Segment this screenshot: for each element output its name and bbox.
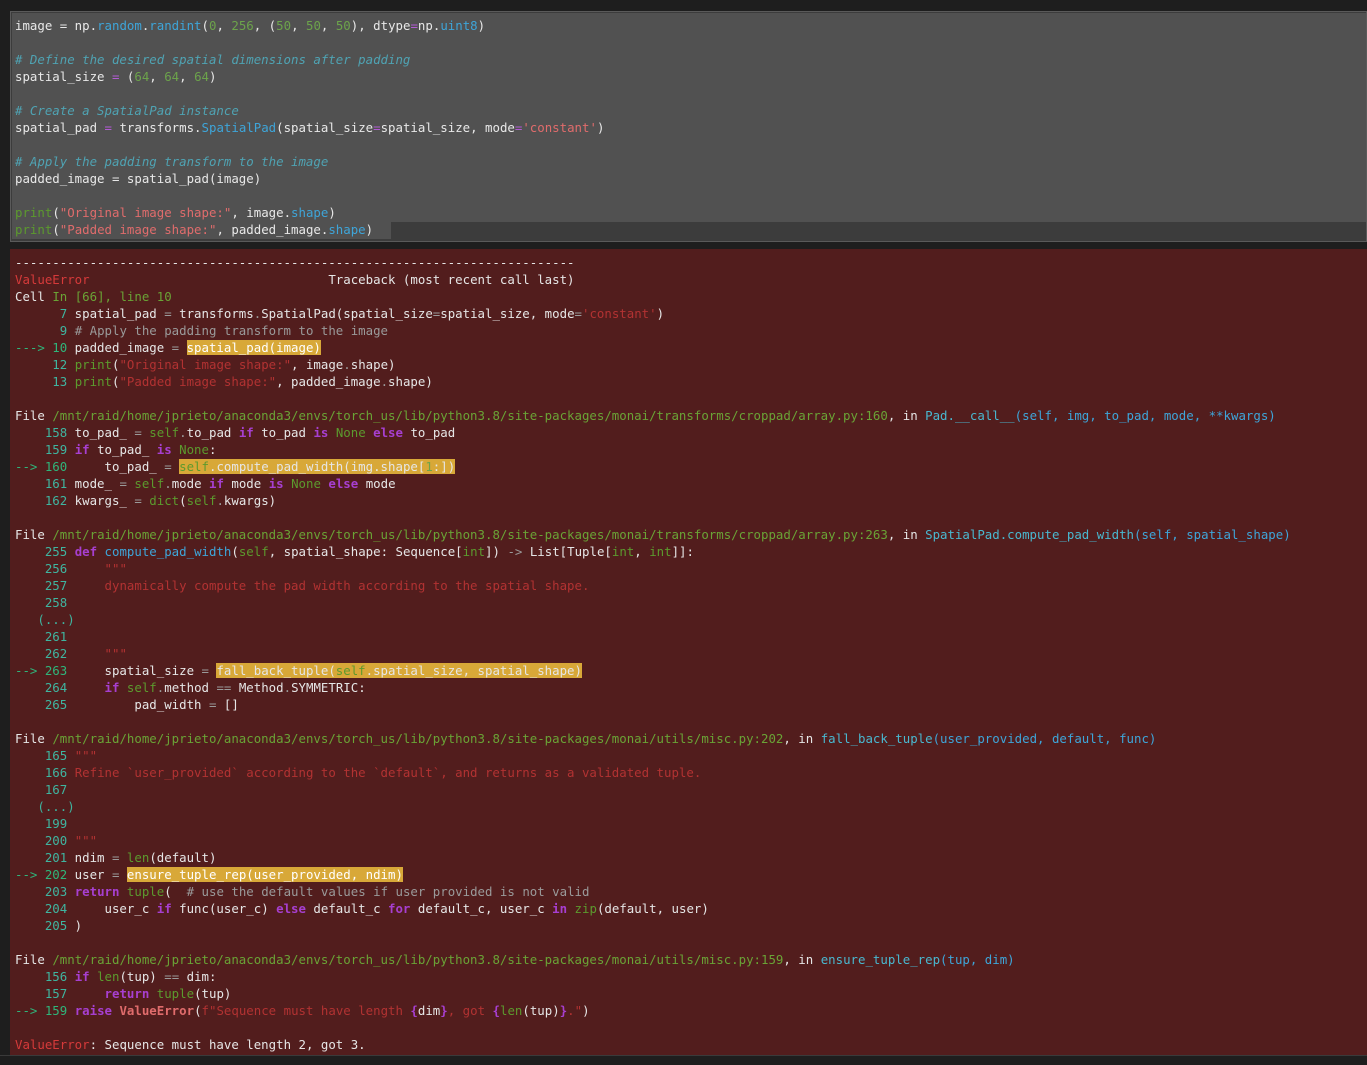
cell-reference: Cell In [66], line 10 <box>15 289 172 304</box>
trace-line: 201 ndim = len(default) <box>15 850 217 865</box>
trace-line: 13 print("Padded image shape:", padded_i… <box>15 374 433 389</box>
code-line[interactable]: image = np.random.randint(0, 256, (50, 5… <box>15 17 485 34</box>
trace-line: 261 <box>15 629 68 644</box>
trace-line: 159 if to_pad_ is None: <box>15 442 217 457</box>
bottom-bar <box>0 1055 1367 1065</box>
code-line[interactable]: spatial_pad = transforms.SpatialPad(spat… <box>15 119 604 136</box>
trace-line: 167 <box>15 782 68 797</box>
trace-line: 9 # Apply the padding transform to the i… <box>15 323 388 338</box>
trace-file-line: File /mnt/raid/home/jprieto/anaconda3/en… <box>15 952 1015 967</box>
trace-line: (...) <box>15 799 75 814</box>
trace-line: 7 spatial_pad = transforms.SpatialPad(sp… <box>15 306 665 321</box>
trace-line: 161 mode_ = self.mode if mode is None el… <box>15 476 396 491</box>
trace-line: 257 dynamically compute the pad width ac… <box>15 578 590 593</box>
trace-line: (...) <box>15 612 75 627</box>
trace-line: 199 <box>15 816 68 831</box>
cell-gap <box>0 242 1367 249</box>
code-line[interactable]: spatial_size = (64, 64, 64) <box>15 68 216 85</box>
trace-line: ---> 10 padded_image = spatial_pad(image… <box>15 340 321 355</box>
code-input-cell[interactable]: image = np.random.randint(0, 256, (50, 5… <box>10 11 1367 242</box>
code-line[interactable]: print("Padded image shape:", padded_imag… <box>15 221 373 238</box>
trace-line: --> 159 raise ValueError(f"Sequence must… <box>15 1003 590 1018</box>
trace-line: 166 Refine `user_provided` according to … <box>15 765 702 780</box>
trace-file-line: File /mnt/raid/home/jprieto/anaconda3/en… <box>15 408 1276 423</box>
final-error: ValueError: Sequence must have length 2,… <box>15 1037 366 1052</box>
trace-line: 158 to_pad_ = self.to_pad if to_pad is N… <box>15 425 456 440</box>
trace-line: 265 pad_width = [] <box>15 697 239 712</box>
trace-line: --> 202 user = ensure_tuple_rep(user_pro… <box>15 867 403 882</box>
code-line[interactable]: # Create a SpatialPad instance <box>15 102 239 119</box>
trace-line: 156 if len(tup) == dim: <box>15 969 217 984</box>
trace-line: 165 """ <box>15 748 98 763</box>
traceback-header: ValueError Traceback (most recent call l… <box>15 272 575 287</box>
trace-line: 256 """ <box>15 561 127 576</box>
trace-line: 258 <box>15 595 68 610</box>
trace-line: 255 def compute_pad_width(self, spatial_… <box>15 544 694 559</box>
trace-line: 262 """ <box>15 646 127 661</box>
code-line[interactable]: padded_image = spatial_pad(image) <box>15 170 261 187</box>
traceback-separator: ----------------------------------------… <box>15 255 575 270</box>
trace-line: 12 print("Original image shape:", image.… <box>15 357 396 372</box>
trace-line: 205 ) <box>15 918 83 933</box>
trace-line: 162 kwargs_ = dict(self.kwargs) <box>15 493 277 508</box>
trace-line: 203 return tuple( # use the default valu… <box>15 884 590 899</box>
trace-line: 200 """ <box>15 833 98 848</box>
trace-line: 157 return tuple(tup) <box>15 986 232 1001</box>
traceback-output: ----------------------------------------… <box>10 249 1367 1055</box>
trace-file-line: File /mnt/raid/home/jprieto/anaconda3/en… <box>15 731 1157 746</box>
code-line[interactable]: print("Original image shape:", image.sha… <box>15 204 336 221</box>
code-line[interactable]: # Apply the padding transform to the ima… <box>15 153 328 170</box>
trace-line: 204 user_c if func(user_c) else default_… <box>15 901 709 916</box>
trace-file-line: File /mnt/raid/home/jprieto/anaconda3/en… <box>15 527 1291 542</box>
trace-line: 264 if self.method == Method.SYMMETRIC: <box>15 680 366 695</box>
trace-line: --> 160 to_pad_ = self.compute_pad_width… <box>15 459 456 474</box>
trace-line: --> 263 spatial_size = fall_back_tuple(s… <box>15 663 582 678</box>
code-line[interactable]: # Define the desired spatial dimensions … <box>15 51 410 68</box>
top-bar <box>0 0 1367 11</box>
